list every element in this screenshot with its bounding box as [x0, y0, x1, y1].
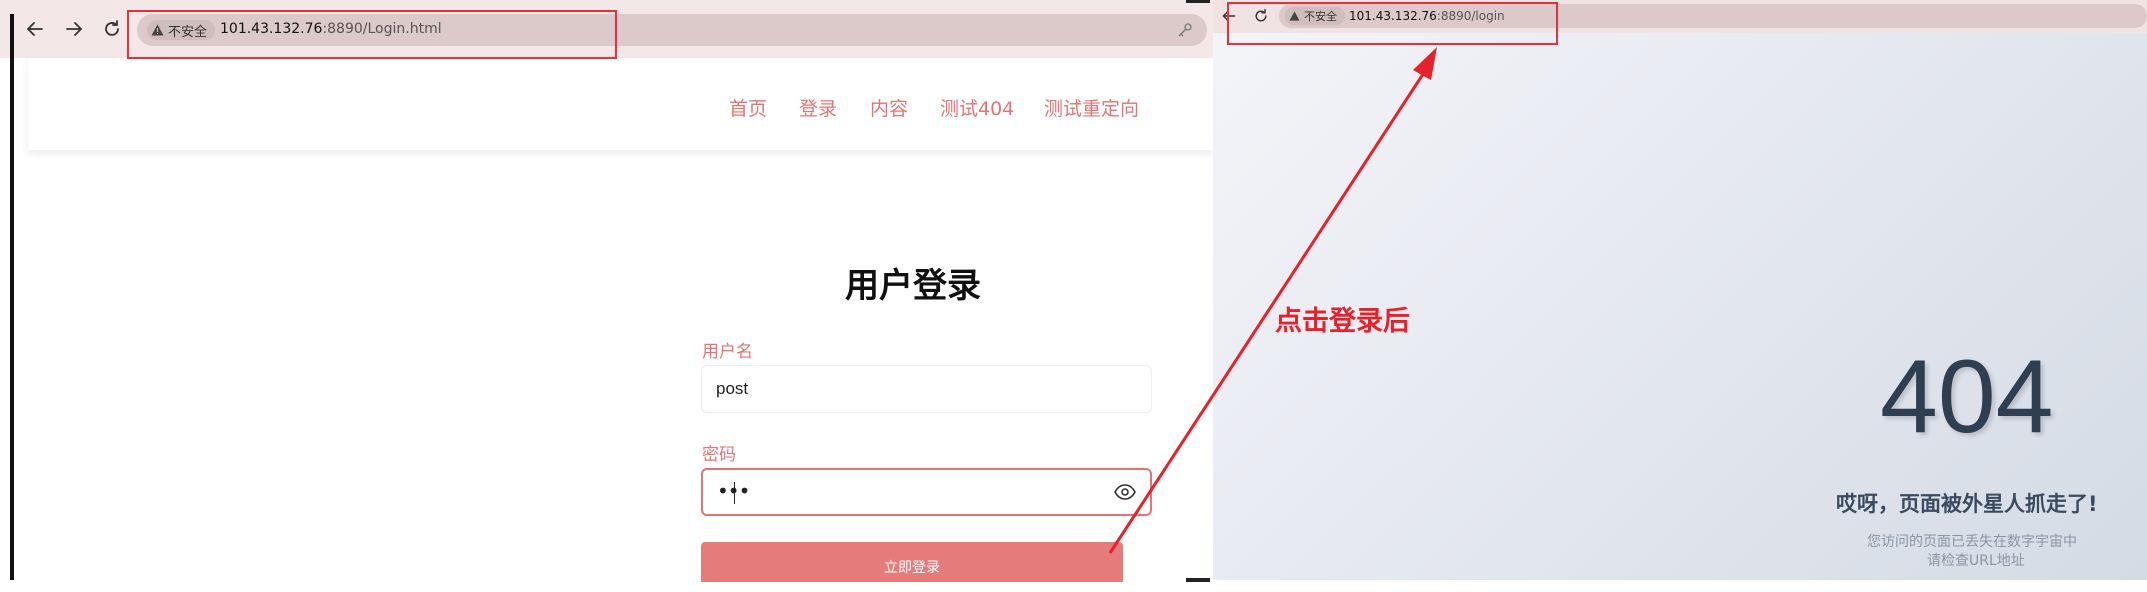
annotation-arrow — [1108, 47, 1437, 554]
annotation-label: 点击登录后 — [1275, 306, 1410, 337]
